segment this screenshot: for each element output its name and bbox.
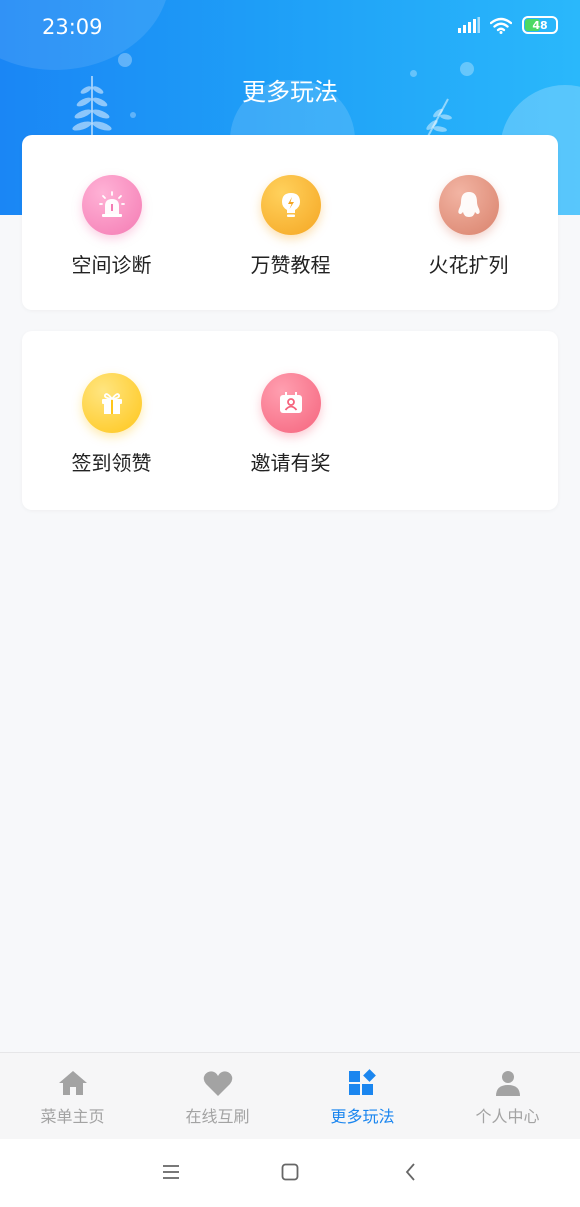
feature-label: 空间诊断 — [71, 253, 152, 277]
status-icons: 48 — [458, 16, 558, 34]
tab-label: 个人中心 — [475, 1107, 540, 1126]
feature-icon-bg — [81, 175, 142, 235]
battery-level: 48 — [532, 18, 548, 32]
feature-icon-bg — [81, 373, 142, 433]
feature-label: 邀请有奖 — [250, 451, 331, 475]
feature-label: 万赞教程 — [250, 253, 331, 277]
tab-more-features[interactable]: 更多玩法 — [290, 1053, 435, 1139]
feature-label: 签到领赞 — [71, 451, 152, 475]
features-card-1: 空间诊断 万赞教程 火花扩列 — [22, 135, 558, 310]
back-icon[interactable] — [400, 1161, 422, 1183]
decor-dot — [130, 112, 136, 118]
tab-home[interactable]: 菜单主页 — [0, 1053, 145, 1139]
apps-icon — [348, 1069, 376, 1095]
status-time: 23:09 — [42, 15, 103, 39]
feature-spark-friends[interactable]: 火花扩列 — [379, 175, 558, 278]
tab-label: 菜单主页 — [40, 1107, 105, 1126]
tab-label: 在线互刷 — [185, 1107, 250, 1126]
battery-icon: 48 — [522, 16, 558, 34]
features-card-2: 签到领赞 邀请有奖 — [22, 331, 558, 510]
bottom-tab-bar: 菜单主页 在线互刷 更多玩法 个人中心 — [0, 1052, 580, 1139]
penguin-icon — [457, 192, 480, 217]
gift-icon — [101, 393, 122, 414]
feature-icon-bg — [260, 373, 321, 433]
system-nav-bar — [0, 1139, 580, 1207]
tab-profile[interactable]: 个人中心 — [435, 1053, 580, 1139]
feature-space-diagnosis[interactable]: 空间诊断 — [22, 175, 201, 278]
tab-online-boost[interactable]: 在线互刷 — [145, 1053, 290, 1139]
status-bar: 23:09 48 — [0, 0, 580, 56]
heart-icon — [203, 1071, 232, 1096]
menu-icon[interactable] — [160, 1161, 182, 1183]
home-square-icon[interactable] — [279, 1161, 301, 1183]
feature-like-tutorial[interactable]: 万赞教程 — [201, 175, 380, 278]
wifi-icon — [490, 17, 512, 34]
tab-label: 更多玩法 — [330, 1107, 395, 1126]
person-icon — [495, 1071, 520, 1096]
signal-icon — [458, 17, 480, 33]
feature-icon-bg — [438, 175, 499, 235]
home-icon — [58, 1071, 87, 1095]
invite-card-icon — [279, 392, 302, 413]
feature-label: 火花扩列 — [428, 253, 509, 277]
lightbulb-icon — [281, 193, 300, 217]
feature-invite-reward[interactable]: 邀请有奖 — [201, 373, 380, 476]
page-title: 更多玩法 — [242, 78, 338, 106]
feature-icon-bg — [260, 175, 321, 235]
alarm-icon — [98, 191, 125, 217]
feature-checkin-likes[interactable]: 签到领赞 — [22, 373, 201, 476]
